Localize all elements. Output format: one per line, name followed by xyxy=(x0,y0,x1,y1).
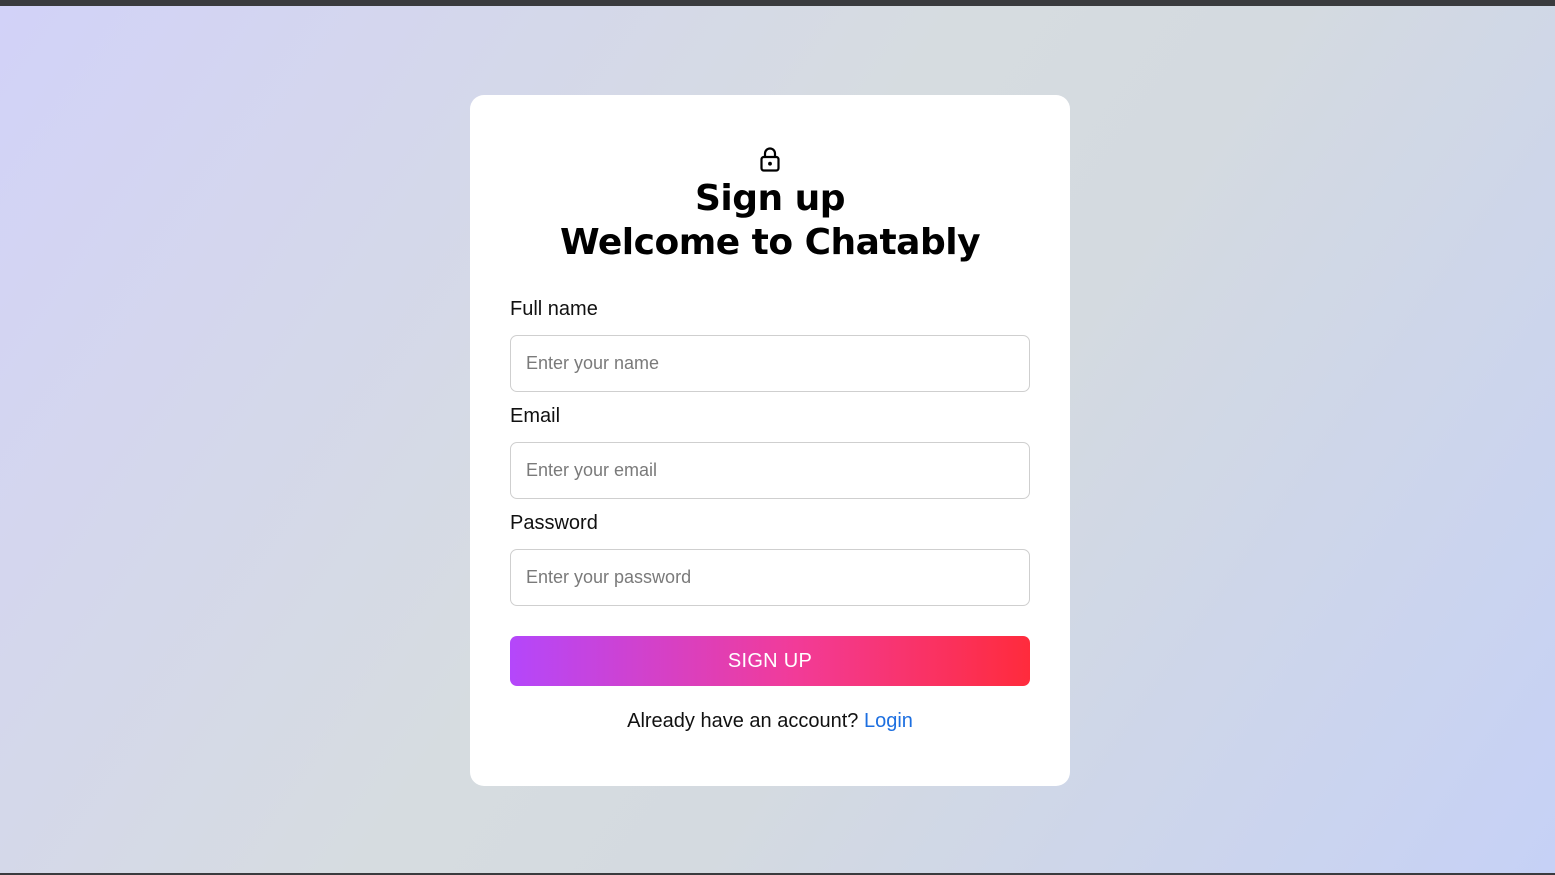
login-prompt-text: Already have an account? xyxy=(627,710,859,732)
full-name-input[interactable] xyxy=(510,335,1030,392)
page-title: Sign up xyxy=(694,178,846,219)
email-input[interactable] xyxy=(510,442,1030,499)
window-top-bar xyxy=(0,0,1555,6)
lock-icon xyxy=(758,146,782,172)
password-label: Password xyxy=(510,512,598,534)
full-name-label: Full name xyxy=(510,298,598,320)
signup-card: Sign up Welcome to Chatably Full name Em… xyxy=(470,95,1070,786)
sign-up-button[interactable]: SIGN UP xyxy=(510,636,1030,686)
page-subtitle: Welcome to Chatably xyxy=(559,222,981,263)
password-input[interactable] xyxy=(510,549,1030,606)
email-label: Email xyxy=(510,405,561,427)
login-link[interactable]: Login xyxy=(864,710,913,732)
login-prompt: Already have an account? Login xyxy=(470,709,1070,733)
